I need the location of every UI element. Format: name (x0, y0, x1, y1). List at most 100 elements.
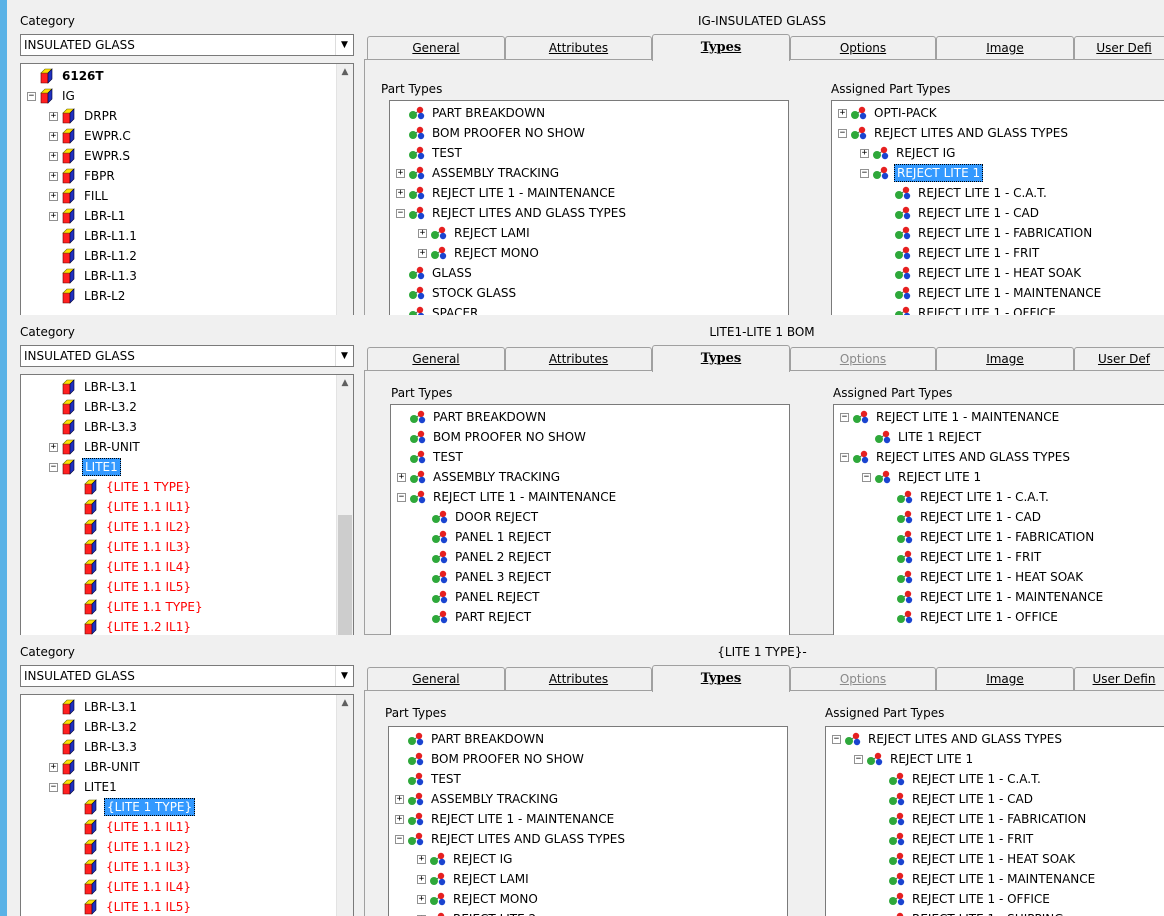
collapse-icon[interactable]: − (860, 168, 869, 178)
part-type-item[interactable]: PART BREAKDOWN (396, 103, 547, 123)
tree-scrollbar[interactable]: ▲ (336, 375, 353, 635)
tab-types[interactable]: Types (652, 665, 790, 692)
tab-types[interactable]: Types (652, 345, 790, 372)
tree-node[interactable]: LBR-L3.2 (49, 717, 139, 737)
assigned-part-type-item[interactable]: REJECT LITE 1 - SHIPPING (876, 909, 1066, 916)
part-type-item[interactable]: + REJECT LAMI (418, 223, 532, 243)
tree-node[interactable]: + DRPR (49, 106, 119, 126)
tree-node[interactable]: + FILL (49, 186, 110, 206)
assigned-part-type-item[interactable]: REJECT LITE 1 - HEAT SOAK (884, 567, 1085, 587)
expand-icon[interactable]: + (396, 188, 405, 198)
expand-icon[interactable]: + (49, 762, 58, 772)
part-type-item[interactable]: TEST (395, 769, 463, 789)
tree-scrollbar[interactable]: ▲ (336, 695, 353, 916)
assigned-part-type-item[interactable]: REJECT LITE 1 - OFFICE (882, 303, 1058, 315)
part-type-item[interactable]: − REJECT LITES AND GLASS TYPES (395, 829, 627, 849)
category-tree[interactable]: LBR-L3.1 LBR-L3.2 LBR-L3.3 + LBR-UNIT − LITE1 {… (20, 374, 354, 635)
expand-icon[interactable]: + (49, 151, 58, 161)
assigned-part-types-list[interactable]: − REJECT LITES AND GLASS TYPES − REJECT LIT… (825, 726, 1164, 916)
tree-node[interactable]: LBR-L3.1 (49, 377, 139, 397)
tree-node[interactable]: 6126T (27, 66, 106, 86)
assigned-part-type-item[interactable]: REJECT LITE 1 - HEAT SOAK (876, 849, 1077, 869)
tree-node[interactable]: + EWPR.S (49, 146, 132, 166)
tree-node[interactable]: − IG (27, 86, 77, 106)
part-types-list[interactable]: PART BREAKDOWN BOM PROOFER NO SHOW TEST + AS… (388, 726, 788, 916)
assigned-part-type-item[interactable]: LITE 1 REJECT (862, 427, 983, 447)
tab-general[interactable]: General (367, 667, 505, 691)
tab-attributes[interactable]: Attributes (505, 347, 652, 371)
assigned-part-type-item[interactable]: REJECT LITE 1 - C.A.T. (876, 769, 1043, 789)
tree-node[interactable]: {LITE 1.1 IL2} (71, 517, 193, 537)
collapse-icon[interactable]: − (395, 834, 404, 844)
collapse-icon[interactable]: − (396, 208, 405, 218)
tab-user[interactable]: User Defin (1074, 667, 1164, 691)
part-type-item[interactable]: + ASSEMBLY TRACKING (395, 789, 560, 809)
collapse-icon[interactable]: − (397, 492, 406, 502)
tree-node[interactable]: {LITE 1.2 IL1} (71, 617, 193, 635)
expand-icon[interactable]: + (49, 111, 58, 121)
part-type-item[interactable]: + REJECT MONO (417, 889, 540, 909)
part-type-item[interactable]: DOOR REJECT (419, 507, 540, 527)
scrollbar-thumb[interactable] (338, 515, 352, 635)
scroll-up-icon[interactable]: ▲ (337, 375, 353, 392)
tab-image[interactable]: Image (936, 667, 1074, 691)
assigned-part-type-item[interactable]: REJECT LITE 1 - CAD (884, 507, 1043, 527)
tab-image[interactable]: Image (936, 347, 1074, 371)
part-type-item[interactable]: PART BREAKDOWN (397, 407, 548, 427)
assigned-part-type-item[interactable]: REJECT LITE 1 - OFFICE (876, 889, 1052, 909)
tree-node[interactable]: {LITE 1.1 IL5} (71, 577, 193, 597)
tree-node[interactable]: {LITE 1.1 IL1} (71, 497, 193, 517)
assigned-part-type-item[interactable]: + OPTI-PACK (838, 103, 939, 123)
tab-options[interactable]: Options (790, 36, 936, 60)
part-type-item[interactable]: PANEL 3 REJECT (419, 567, 553, 587)
tree-node[interactable]: {LITE 1.1 IL1} (71, 817, 193, 837)
assigned-part-type-item[interactable]: REJECT LITE 1 - FABRICATION (882, 223, 1094, 243)
tree-node[interactable]: + LBR-UNIT (49, 437, 142, 457)
expand-icon[interactable]: + (396, 168, 405, 178)
tree-node[interactable]: {LITE 1.1 IL4} (71, 557, 193, 577)
part-type-item[interactable]: + REJECT IG (417, 849, 514, 869)
part-type-item[interactable]: +REJECT LITE 2 (417, 909, 538, 916)
category-tree[interactable]: LBR-L3.1 LBR-L3.2 LBR-L3.3 + LBR-UNIT − LITE1 {… (20, 694, 354, 916)
expand-icon[interactable]: + (397, 472, 406, 482)
expand-icon[interactable]: + (49, 211, 58, 221)
expand-icon[interactable]: + (417, 894, 426, 904)
tree-scrollbar[interactable]: ▲ (336, 64, 353, 315)
assigned-part-type-item[interactable]: REJECT LITE 1 - FRIT (884, 547, 1043, 567)
collapse-icon[interactable]: − (840, 452, 849, 462)
tab-image[interactable]: Image (936, 36, 1074, 60)
assigned-part-type-item[interactable]: − REJECT LITES AND GLASS TYPES (838, 123, 1070, 143)
tree-node[interactable]: LBR-L3.3 (49, 737, 139, 757)
part-type-item[interactable]: + REJECT LITE 1 - MAINTENANCE (396, 183, 617, 203)
assigned-part-type-item[interactable]: REJECT LITE 1 - HEAT SOAK (882, 263, 1083, 283)
tree-node[interactable]: {LITE 1.1 IL4} (71, 877, 193, 897)
chevron-down-icon[interactable]: ▼ (335, 346, 353, 366)
assigned-part-type-item[interactable]: REJECT LITE 1 - C.A.T. (882, 183, 1049, 203)
expand-icon[interactable]: + (838, 108, 847, 118)
expand-icon[interactable]: + (49, 131, 58, 141)
part-type-item[interactable]: PANEL REJECT (419, 587, 542, 607)
part-types-list[interactable]: PART BREAKDOWN BOM PROOFER NO SHOW TEST + AS… (389, 100, 789, 315)
expand-icon[interactable]: + (418, 248, 427, 258)
tab-user[interactable]: User Def (1074, 347, 1164, 371)
tab-general[interactable]: General (367, 347, 505, 371)
collapse-icon[interactable]: − (27, 91, 36, 101)
assigned-part-type-item[interactable]: REJECT LITE 1 - FABRICATION (876, 809, 1088, 829)
assigned-part-type-item[interactable]: REJECT LITE 1 - MAINTENANCE (882, 283, 1103, 303)
tree-node[interactable]: {LITE 1.1 IL3} (71, 537, 193, 557)
collapse-icon[interactable]: − (832, 734, 841, 744)
assigned-part-type-item[interactable]: REJECT LITE 1 - FABRICATION (884, 527, 1096, 547)
tab-general[interactable]: General (367, 36, 505, 60)
part-type-item[interactable]: GLASS (396, 263, 474, 283)
collapse-icon[interactable]: − (840, 412, 849, 422)
tree-node[interactable]: {LITE 1 TYPE} (71, 797, 196, 817)
collapse-icon[interactable]: − (862, 472, 871, 482)
part-type-item[interactable]: PANEL 2 REJECT (419, 547, 553, 567)
tree-node[interactable]: + EWPR.C (49, 126, 133, 146)
part-type-item[interactable]: PART REJECT (419, 607, 533, 627)
assigned-part-type-item[interactable]: REJECT LITE 1 - C.A.T. (884, 487, 1051, 507)
expand-icon[interactable]: + (417, 854, 426, 864)
tree-node[interactable]: {LITE 1.1 IL3} (71, 857, 193, 877)
assigned-part-type-item[interactable]: REJECT LITE 1 - FRIT (876, 829, 1035, 849)
expand-icon[interactable]: + (860, 148, 869, 158)
